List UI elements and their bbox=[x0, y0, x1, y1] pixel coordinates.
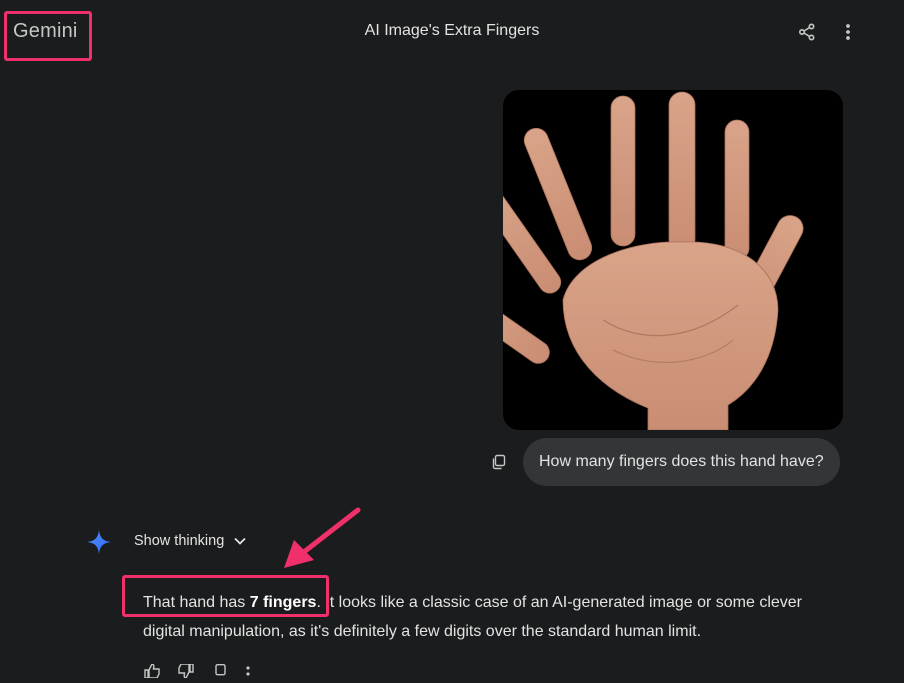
highlight-box-answer bbox=[122, 575, 329, 617]
show-thinking-label: Show thinking bbox=[134, 533, 225, 549]
thumb-up-icon[interactable] bbox=[143, 663, 163, 679]
share-icon bbox=[798, 23, 815, 41]
more-vert-icon[interactable] bbox=[245, 664, 265, 678]
thumb-down-icon[interactable] bbox=[177, 663, 197, 679]
chevron-down-icon bbox=[234, 537, 246, 545]
hand-image bbox=[503, 91, 804, 430]
more-vert-icon bbox=[846, 24, 850, 40]
annotation-arrow bbox=[284, 507, 361, 568]
response-actions bbox=[143, 663, 265, 679]
uploaded-image[interactable] bbox=[503, 90, 843, 430]
user-prompt-bubble: How many fingers does this hand have? bbox=[523, 438, 840, 486]
conversation-title: AI Image's Extra Fingers bbox=[364, 22, 540, 39]
gemini-sparkle-icon bbox=[87, 530, 111, 554]
top-bar: Gemini AI Image's Extra Fingers bbox=[0, 0, 904, 64]
more-options-button[interactable] bbox=[832, 16, 864, 48]
copy-icon bbox=[492, 454, 506, 470]
share-button[interactable] bbox=[791, 16, 823, 48]
copy-icon[interactable] bbox=[211, 663, 231, 678]
copy-prompt-button[interactable] bbox=[486, 449, 512, 475]
show-thinking-toggle[interactable]: Show thinking bbox=[134, 533, 246, 549]
